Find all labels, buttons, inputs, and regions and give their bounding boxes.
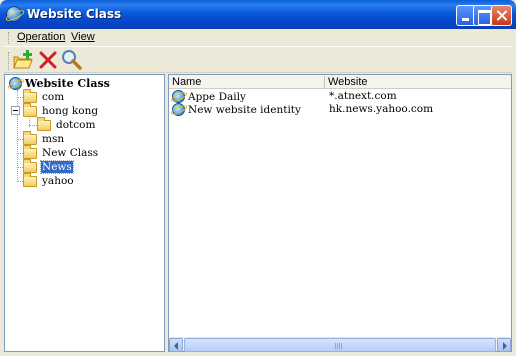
scroll-right-button[interactable]: [497, 338, 511, 352]
title-bar[interactable]: Website Class: [0, 0, 516, 29]
class-tree[interactable]: Website Class com hong kong dotcom msn N…: [4, 74, 165, 352]
tree-item-yahoo[interactable]: yahoo: [23, 172, 75, 188]
website-list[interactable]: Name Website Appe Daily *.atnext.com New…: [168, 74, 512, 352]
column-header-name[interactable]: Name: [172, 76, 201, 89]
scroll-grip: [335, 343, 343, 349]
folder-icon: [23, 130, 37, 145]
window-title: Website Class: [27, 7, 122, 21]
list-item[interactable]: New website identity: [172, 103, 301, 116]
collapse-toggle[interactable]: [11, 106, 20, 115]
horizontal-scrollbar[interactable]: [169, 337, 511, 352]
new-folder-button[interactable]: [12, 49, 34, 71]
folder-icon: [23, 172, 37, 187]
tree-item-label: News: [40, 160, 74, 174]
list-header: Name Website: [169, 75, 511, 89]
folder-icon: [37, 116, 51, 131]
tree-item-hong-kong[interactable]: hong kong: [23, 102, 99, 118]
menu-view[interactable]: View: [71, 31, 95, 43]
tree-connector: [29, 125, 37, 126]
tree-connector: [17, 90, 18, 182]
folder-open-icon: [23, 158, 37, 173]
tree-item-label: hong kong: [42, 105, 99, 117]
list-item[interactable]: Appe Daily: [172, 90, 246, 103]
toolbar-grip: [8, 52, 10, 70]
tree-item-com[interactable]: com: [23, 88, 65, 104]
search-button[interactable]: [60, 49, 82, 71]
tree-item-news[interactable]: News: [23, 158, 74, 174]
toolbar: [4, 46, 512, 73]
list-item-name: New website identity: [188, 103, 301, 116]
menu-view-label: View: [71, 31, 95, 43]
menu-bar: Operation View: [4, 29, 512, 46]
column-header-website[interactable]: Website: [328, 76, 368, 89]
tree-item-dotcom[interactable]: dotcom: [37, 116, 96, 132]
delete-button[interactable]: [37, 49, 59, 71]
list-item-website: *.atnext.com: [329, 90, 397, 102]
internet-explorer-icon: [6, 6, 22, 22]
tree-item-label: msn: [42, 133, 65, 145]
app-window: Website Class Operation View Website Cla…: [0, 0, 516, 356]
close-button[interactable]: [491, 5, 512, 26]
scroll-left-button[interactable]: [169, 338, 183, 352]
tree-item-label: yahoo: [42, 175, 74, 187]
tree-item-new-class[interactable]: New Class: [23, 144, 99, 160]
tree-item-label: New Class: [42, 147, 99, 159]
folder-open-icon: [23, 102, 37, 117]
tree-item-label: com: [42, 91, 65, 103]
new-folder-icon: [13, 50, 33, 69]
list-item-website: hk.news.yahoo.com: [329, 103, 434, 115]
search-icon: [62, 50, 82, 70]
column-divider[interactable]: [324, 76, 325, 88]
folder-icon: [23, 144, 37, 159]
list-item-name: Appe Daily: [188, 90, 246, 103]
menu-operation[interactable]: Operation: [17, 31, 65, 43]
internet-explorer-icon: [172, 90, 185, 103]
internet-explorer-icon: [172, 103, 185, 116]
folder-icon: [23, 88, 37, 103]
tree-root-label: Website Class: [25, 76, 110, 90]
tree-item-label: dotcom: [56, 119, 96, 131]
menu-grip: [8, 32, 10, 44]
tree-root[interactable]: Website Class: [9, 76, 110, 90]
internet-explorer-icon: [9, 76, 22, 90]
tree-item-msn[interactable]: msn: [23, 130, 65, 146]
menu-operation-label: Operation: [17, 31, 66, 43]
delete-icon: [39, 51, 57, 69]
scroll-thumb[interactable]: [184, 338, 496, 352]
